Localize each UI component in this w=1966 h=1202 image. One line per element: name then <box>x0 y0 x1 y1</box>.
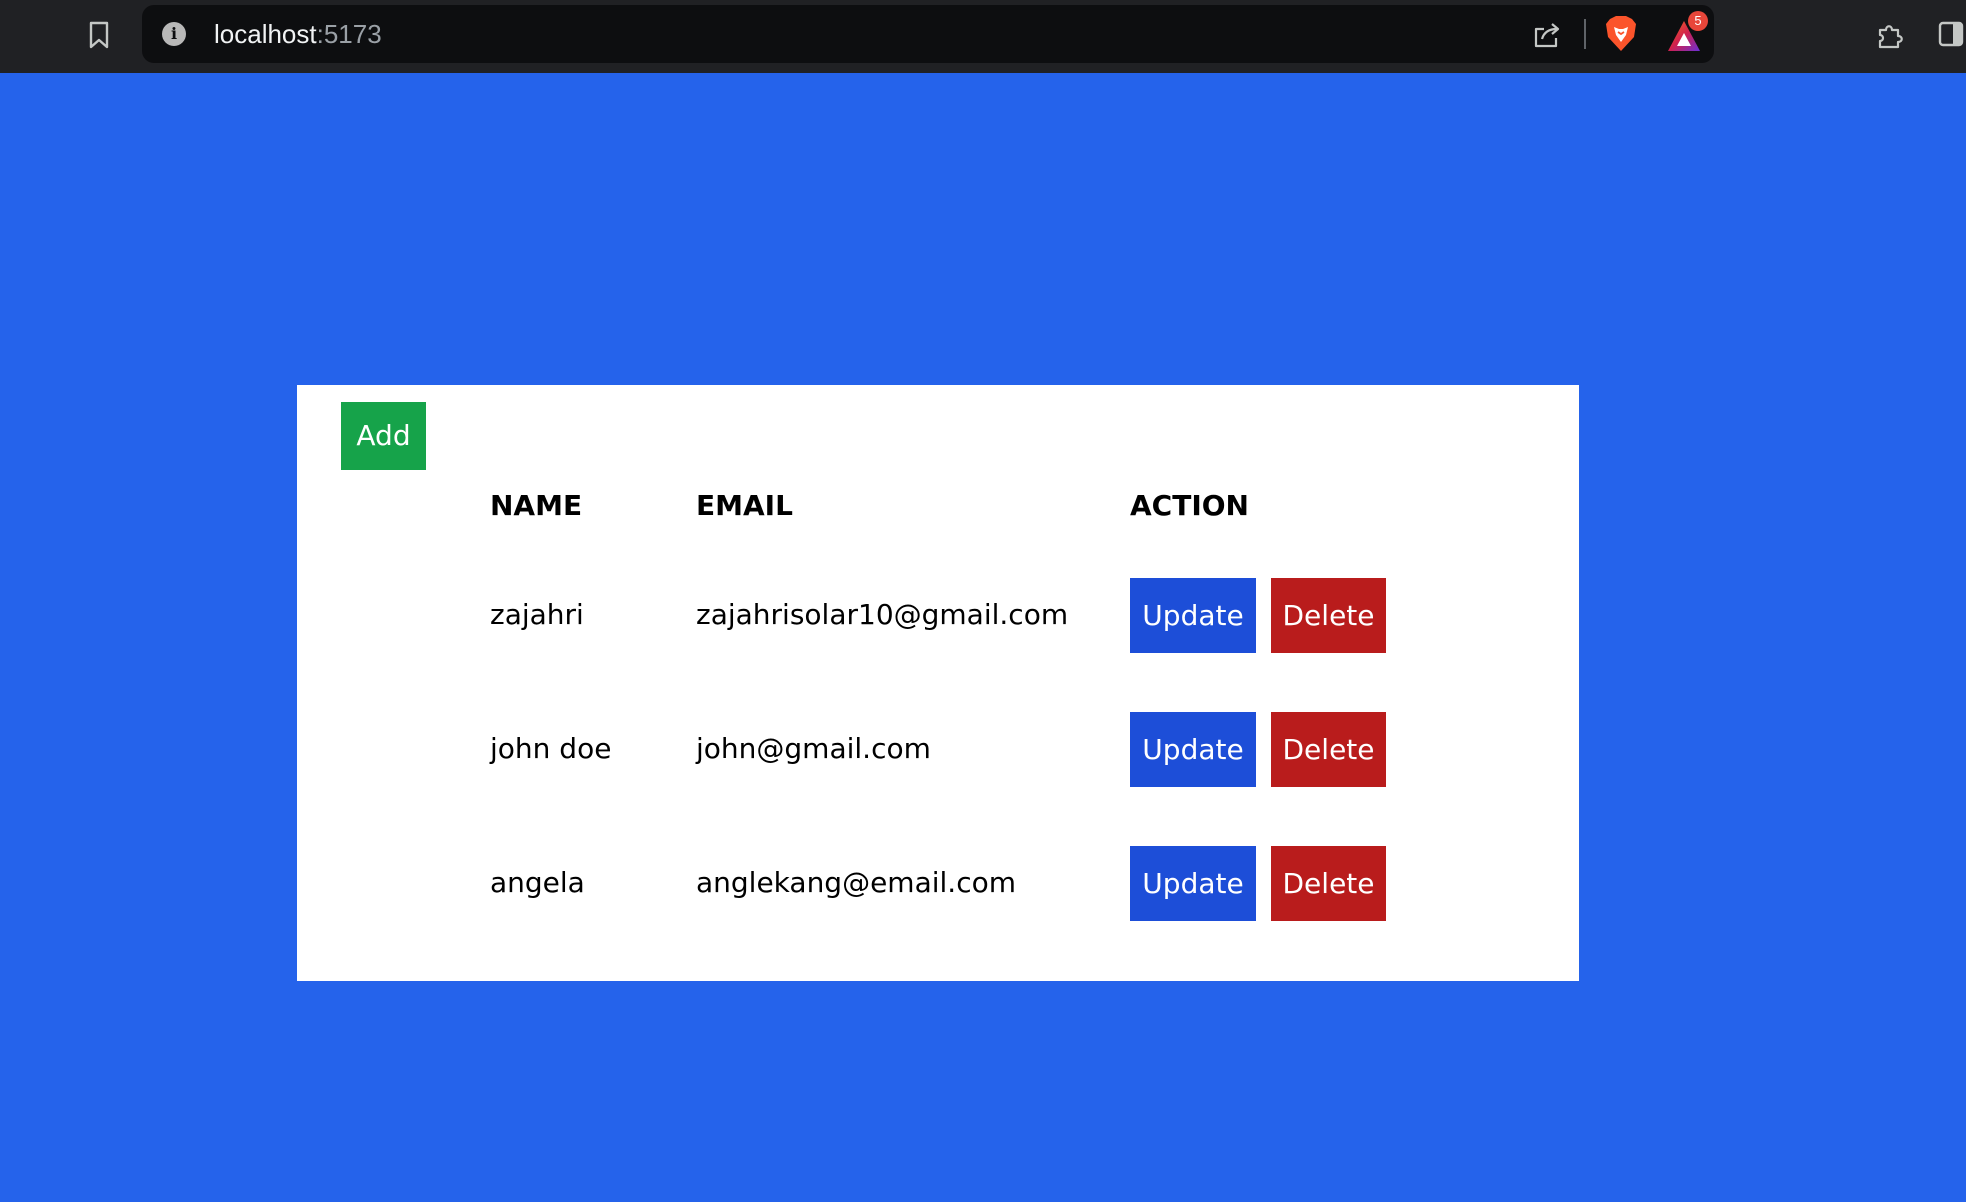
delete-button[interactable]: Delete <box>1271 846 1386 921</box>
table-row: angela anglekang@email.com Update Delete <box>297 846 1579 921</box>
bookmark-icon[interactable] <box>87 21 111 49</box>
url-port: :5173 <box>316 19 382 49</box>
url-host: localhost <box>214 19 317 49</box>
delete-button[interactable]: Delete <box>1271 578 1386 653</box>
column-header-email: EMAIL <box>696 489 793 522</box>
sidebar-icon[interactable] <box>1938 21 1964 47</box>
add-button[interactable]: Add <box>341 402 426 470</box>
extensions-icon[interactable] <box>1876 20 1906 50</box>
user-email: anglekang@email.com <box>696 866 1017 899</box>
user-email: john@gmail.com <box>696 732 931 765</box>
brave-shields-icon[interactable] <box>1604 15 1638 53</box>
user-name: angela <box>490 866 585 899</box>
rewards-badge: 5 <box>1688 11 1708 31</box>
url-text[interactable]: localhost:5173 <box>214 17 382 51</box>
update-button[interactable]: Update <box>1130 578 1256 653</box>
delete-button[interactable]: Delete <box>1271 712 1386 787</box>
info-icon[interactable]: i <box>162 22 186 46</box>
user-email: zajahrisolar10@gmail.com <box>696 598 1069 631</box>
column-header-action: ACTION <box>1130 489 1249 522</box>
update-button[interactable]: Update <box>1130 846 1256 921</box>
user-name: john doe <box>490 732 612 765</box>
share-icon[interactable] <box>1532 21 1562 49</box>
column-header-name: NAME <box>490 489 583 522</box>
update-button[interactable]: Update <box>1130 712 1256 787</box>
table-row: john doe john@gmail.com Update Delete <box>297 712 1579 787</box>
table-row: zajahri zajahrisolar10@gmail.com Update … <box>297 578 1579 653</box>
toolbar-divider <box>1584 19 1586 49</box>
address-bar[interactable]: i localhost:5173 5 <box>142 5 1714 63</box>
browser-toolbar: i localhost:5173 5 <box>0 0 1966 73</box>
user-name: zajahri <box>490 598 584 631</box>
users-card: Add NAME EMAIL ACTION zajahri zajahrisol… <box>297 385 1579 981</box>
